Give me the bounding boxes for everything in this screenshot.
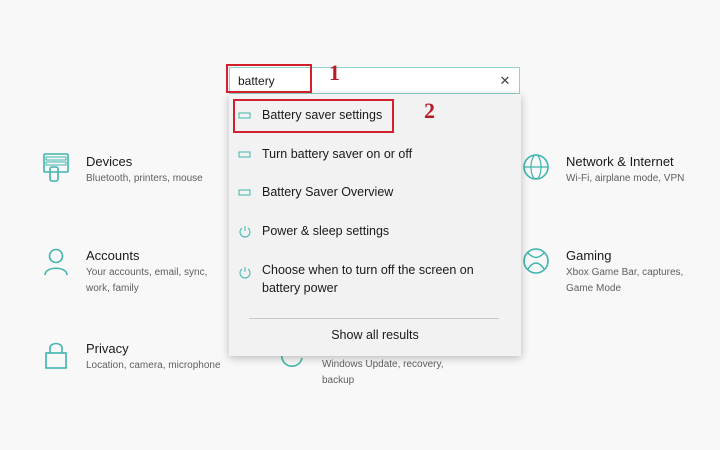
tile-title: Privacy bbox=[86, 341, 129, 356]
xbox-icon bbox=[523, 248, 549, 274]
search-results-dropdown: Battery saver settings Turn battery save… bbox=[229, 94, 521, 356]
tile-title: Network & Internet bbox=[566, 154, 674, 169]
search-result-item[interactable]: Battery Saver Overview bbox=[229, 183, 521, 201]
tile-devices[interactable]: Devices Bluetooth, printers, mouse bbox=[42, 153, 227, 187]
search-box[interactable]: ✕ bbox=[229, 67, 520, 94]
search-input[interactable] bbox=[238, 72, 478, 90]
power-icon bbox=[239, 267, 251, 279]
tile-title: Gaming bbox=[566, 248, 612, 263]
clear-search-icon[interactable]: ✕ bbox=[497, 72, 513, 90]
search-result-item[interactable]: Power & sleep settings bbox=[229, 222, 521, 240]
battery-icon bbox=[238, 189, 251, 196]
battery-icon bbox=[238, 112, 251, 119]
search-result-item[interactable]: Battery saver settings bbox=[229, 106, 521, 124]
search-result-item[interactable]: Choose when to turn off the screen on ba… bbox=[229, 261, 521, 297]
tile-description: Wi-Fi, airplane mode, VPN bbox=[566, 173, 685, 184]
tile-description: Windows Update, recovery, backup bbox=[322, 359, 444, 386]
tile-description: Your accounts, email, sync, work, family bbox=[86, 267, 208, 294]
search-result-label: Battery Saver Overview bbox=[262, 185, 394, 199]
settings-page: Devices Bluetooth, printers, mouse Accou… bbox=[0, 0, 720, 450]
tile-description: Xbox Game Bar, captures, Game Mode bbox=[566, 267, 684, 294]
step-number-2: 2 bbox=[424, 98, 435, 123]
tile-network[interactable]: Network & Internet Wi-Fi, airplane mode,… bbox=[522, 153, 712, 187]
search-result-label: Turn battery saver on or off bbox=[262, 147, 413, 161]
tile-description: Bluetooth, printers, mouse bbox=[86, 173, 203, 184]
show-all-results-button[interactable]: Show all results bbox=[229, 328, 521, 342]
step-number-1: 1 bbox=[329, 60, 340, 85]
tile-accounts[interactable]: Accounts Your accounts, email, sync, wor… bbox=[42, 247, 222, 297]
tile-gaming[interactable]: Gaming Xbox Game Bar, captures, Game Mod… bbox=[522, 247, 712, 297]
search-result-label: Choose when to turn off the screen on ba… bbox=[262, 263, 474, 295]
search-result-item[interactable]: Turn battery saver on or off bbox=[229, 145, 521, 163]
tile-privacy[interactable]: Privacy Location, camera, microphone bbox=[42, 340, 232, 374]
devices-icon bbox=[43, 153, 69, 182]
search-result-label: Battery saver settings bbox=[262, 108, 383, 122]
tile-title: Devices bbox=[86, 154, 133, 169]
person-icon bbox=[44, 248, 68, 276]
results-divider bbox=[249, 318, 499, 319]
battery-icon bbox=[238, 151, 251, 158]
power-icon bbox=[239, 226, 251, 238]
tile-description: Location, camera, microphone bbox=[86, 360, 221, 371]
globe-icon bbox=[523, 154, 549, 180]
search-result-label: Power & sleep settings bbox=[262, 224, 390, 238]
lock-icon bbox=[45, 342, 67, 369]
tile-title: Accounts bbox=[86, 248, 140, 263]
